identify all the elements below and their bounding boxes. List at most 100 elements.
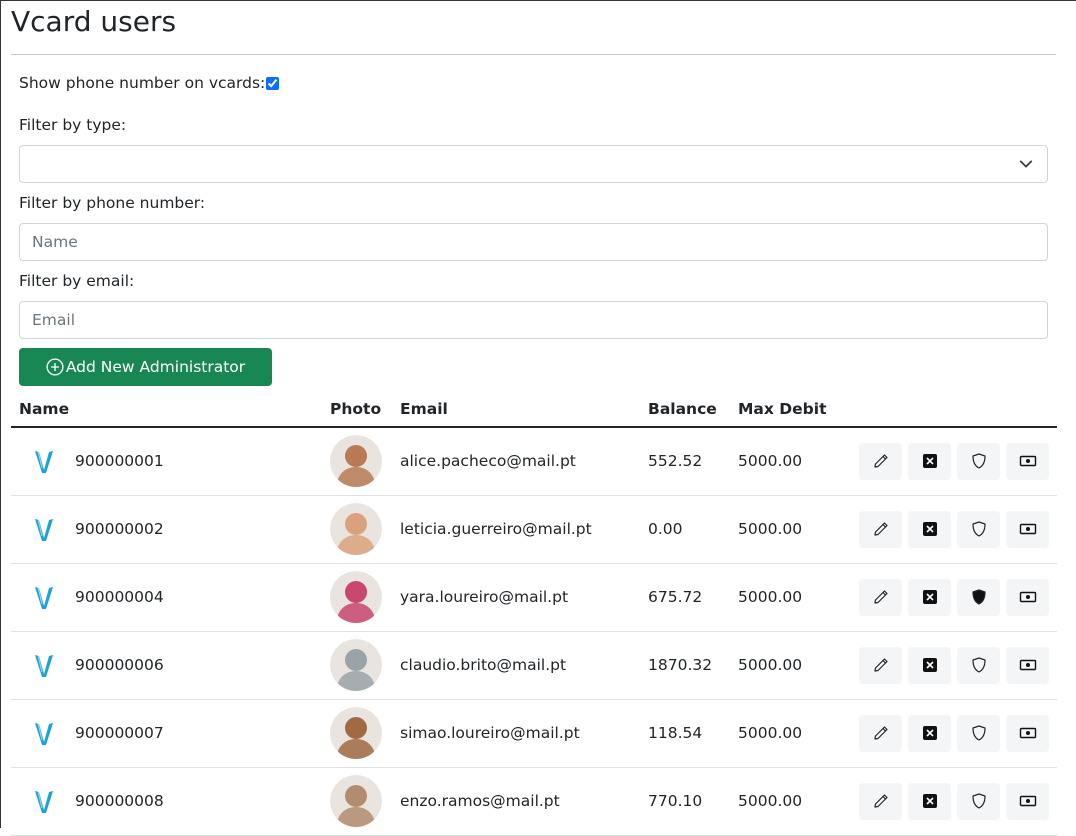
- header-max-debit[interactable]: Max Debit: [738, 391, 858, 428]
- email-filter-label: Filter by email:: [19, 272, 135, 290]
- admin-toggle-button[interactable]: [957, 782, 1000, 820]
- shield-icon: [971, 521, 986, 537]
- vcard-logo-icon: [35, 586, 53, 609]
- cash-icon: [1019, 523, 1036, 535]
- avatar: [330, 503, 382, 555]
- admin-toggle-button[interactable]: [957, 442, 1000, 480]
- cell-actions: [858, 699, 1057, 768]
- cell-max-debit: 5000.00: [738, 767, 858, 836]
- vcard-logo-icon: [35, 790, 53, 813]
- cell-name: 900000004: [11, 563, 330, 632]
- row-phone-number: 900000007: [75, 724, 164, 742]
- cell-email: yara.loureiro@mail.pt: [400, 563, 648, 632]
- add-administrator-label: Add New Administrator: [65, 358, 246, 376]
- shield-icon: [971, 453, 986, 469]
- cell-balance: 770.10: [648, 767, 738, 836]
- cell-balance: 552.52: [648, 427, 738, 496]
- block-button[interactable]: [908, 578, 951, 616]
- cell-balance: 118.54: [648, 699, 738, 768]
- shield-icon: [971, 589, 986, 605]
- cash-icon: [1019, 727, 1036, 739]
- vcard-logo-icon: [35, 518, 53, 541]
- header-name[interactable]: Name: [11, 391, 330, 428]
- cell-max-debit: 5000.00: [738, 563, 858, 632]
- pencil-icon: [873, 726, 888, 740]
- chevron-down-icon: [1019, 160, 1033, 168]
- cell-email: enzo.ramos@mail.pt: [400, 767, 648, 836]
- email-filter-placeholder: Email: [32, 311, 76, 329]
- balance-button[interactable]: [1006, 442, 1049, 480]
- pencil-icon: [873, 658, 888, 672]
- cash-icon: [1019, 795, 1036, 807]
- table-row: 900000004 yara.loureiro@mail.pt 675.72 5…: [11, 563, 1057, 632]
- x-square-icon: [922, 454, 937, 469]
- cell-email: alice.pacheco@mail.pt: [400, 427, 648, 496]
- block-button[interactable]: [908, 782, 951, 820]
- vcard-logo-icon: [35, 451, 53, 474]
- admin-toggle-button[interactable]: [957, 578, 1000, 616]
- cell-email: leticia.guerreiro@mail.pt: [400, 495, 648, 564]
- cell-actions: [858, 631, 1057, 700]
- cell-photo: [330, 563, 400, 632]
- pencil-icon: [873, 794, 888, 808]
- block-button[interactable]: [908, 510, 951, 548]
- cell-photo: [330, 631, 400, 700]
- users-table: Name Photo Email Balance Max Debit 90000…: [11, 391, 1057, 836]
- block-button[interactable]: [908, 646, 951, 684]
- email-filter-input[interactable]: Email: [19, 301, 1048, 339]
- admin-toggle-button[interactable]: [957, 714, 1000, 752]
- table-row: 900000007 simao.loureiro@mail.pt 118.54 …: [11, 699, 1057, 768]
- header-email[interactable]: Email: [400, 391, 648, 428]
- row-phone-number: 900000006: [75, 656, 164, 674]
- cell-photo: [330, 699, 400, 768]
- cell-name: 900000002: [11, 495, 330, 564]
- x-square-icon: [922, 522, 937, 536]
- phone-filter-label: Filter by phone number:: [19, 194, 206, 212]
- page-title: Vcard users: [11, 5, 177, 38]
- cell-actions: [858, 767, 1057, 836]
- vcard-logo-icon: [35, 654, 53, 677]
- row-phone-number: 900000008: [75, 792, 164, 810]
- cell-photo: [330, 495, 400, 564]
- cell-name: 900000007: [11, 699, 330, 768]
- balance-button[interactable]: [1006, 714, 1049, 752]
- table-row: 900000001 alice.pacheco@mail.pt 552.52 5…: [11, 427, 1057, 496]
- balance-button[interactable]: [1006, 578, 1049, 616]
- block-button[interactable]: [908, 714, 951, 752]
- admin-toggle-button[interactable]: [957, 510, 1000, 548]
- cell-name: 900000001: [11, 427, 330, 496]
- phone-filter-input[interactable]: Name: [19, 223, 1048, 261]
- show-phone-checkbox[interactable]: [266, 76, 280, 90]
- cell-balance: 0.00: [648, 495, 738, 564]
- type-filter-select[interactable]: [19, 145, 1048, 183]
- edit-button[interactable]: [859, 646, 902, 684]
- cell-max-debit: 5000.00: [738, 495, 858, 564]
- balance-button[interactable]: [1006, 510, 1049, 548]
- cash-icon: [1019, 456, 1036, 467]
- shield-icon: [971, 657, 986, 673]
- table-header-row: Name Photo Email Balance Max Debit: [11, 391, 1057, 428]
- edit-button[interactable]: [859, 578, 902, 616]
- table-row: 900000002 leticia.guerreiro@mail.pt 0.00…: [11, 495, 1057, 564]
- avatar: [330, 707, 382, 759]
- x-square-icon: [922, 794, 937, 808]
- header-balance[interactable]: Balance: [648, 391, 738, 428]
- show-phone-label: Show phone number on vcards:: [19, 74, 266, 92]
- filter-form: Show phone number on vcards: Filter by t…: [11, 73, 1056, 386]
- cell-max-debit: 5000.00: [738, 427, 858, 496]
- admin-toggle-button[interactable]: [957, 646, 1000, 684]
- edit-button[interactable]: [859, 510, 902, 548]
- cell-name: 900000008: [11, 767, 330, 836]
- header-photo: Photo: [330, 391, 400, 428]
- vcard-logo-icon: [35, 722, 53, 745]
- edit-button[interactable]: [859, 714, 902, 752]
- balance-button[interactable]: [1006, 782, 1049, 820]
- show-phone-row: Show phone number on vcards:: [19, 73, 1048, 93]
- row-phone-number: 900000004: [75, 588, 164, 606]
- balance-button[interactable]: [1006, 646, 1049, 684]
- edit-button[interactable]: [859, 442, 902, 480]
- shield-icon: [971, 725, 986, 741]
- edit-button[interactable]: [859, 782, 902, 820]
- add-administrator-button[interactable]: Add New Administrator: [19, 348, 272, 386]
- block-button[interactable]: [908, 442, 951, 480]
